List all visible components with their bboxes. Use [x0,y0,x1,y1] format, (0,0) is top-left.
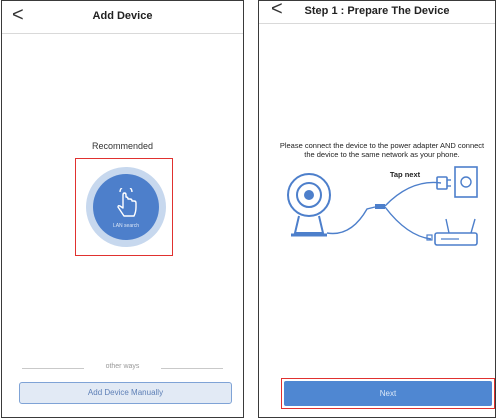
tap-hand-icon [117,188,137,217]
power-outlet-icon [436,166,478,198]
page-title: Step 1 : Prepare The Device [304,5,450,17]
lan-search-label: LAN search [112,223,140,229]
prepare-device-screen: < Step 1 : Prepare The Device Please con… [258,0,496,418]
setup-instruction: Please connect the device to the power a… [279,141,485,159]
page-title: Add Device [92,10,153,22]
next-button[interactable]: Next [284,381,492,406]
camera-icon [287,173,331,237]
add-device-manually-button[interactable]: Add Device Manually [19,382,232,404]
device-setup-illustration [287,166,478,246]
add-device-screen: < Add Device Recommended LAN search othe… [1,0,244,418]
recommended-label: Recommended [91,141,154,151]
router-icon [426,218,478,246]
divider-line [161,368,223,369]
lan-search-button[interactable]: LAN search [93,174,159,240]
header: < Add Device [2,1,243,34]
header: < Step 1 : Prepare The Device [259,1,495,24]
other-ways-divider: other ways [22,363,223,373]
